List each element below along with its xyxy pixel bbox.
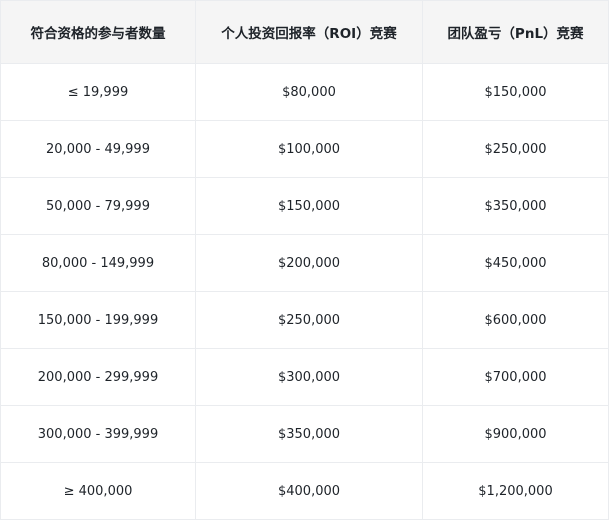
prize-pool-table: 符合资格的参与者数量 个人投资回报率（ROI）竞赛 团队盈亏（PnL）竞赛 ≤ …: [0, 0, 609, 520]
roi-prize-cell: $80,000: [195, 63, 423, 121]
participants-cell: ≥ 400,000: [0, 462, 196, 520]
participants-cell: 300,000 - 399,999: [0, 405, 196, 463]
participants-cell: 200,000 - 299,999: [0, 348, 196, 406]
pnl-prize-cell: $350,000: [422, 177, 609, 235]
pnl-prize-cell: $900,000: [422, 405, 609, 463]
table-body: ≤ 19,999 $80,000 $150,000 20,000 - 49,99…: [0, 63, 609, 520]
participants-cell: ≤ 19,999: [0, 63, 196, 121]
header-row: 符合资格的参与者数量 个人投资回报率（ROI）竞赛 团队盈亏（PnL）竞赛: [0, 0, 609, 64]
pnl-prize-cell: $250,000: [422, 120, 609, 178]
roi-prize-cell: $400,000: [195, 462, 423, 520]
pnl-prize-cell: $700,000: [422, 348, 609, 406]
table-row: 200,000 - 299,999 $300,000 $700,000: [0, 348, 609, 406]
table-row: ≤ 19,999 $80,000 $150,000: [0, 63, 609, 121]
table-row: 150,000 - 199,999 $250,000 $600,000: [0, 291, 609, 349]
participants-cell: 150,000 - 199,999: [0, 291, 196, 349]
table-header: 符合资格的参与者数量 个人投资回报率（ROI）竞赛 团队盈亏（PnL）竞赛: [0, 0, 609, 64]
roi-prize-cell: $350,000: [195, 405, 423, 463]
participants-cell: 50,000 - 79,999: [0, 177, 196, 235]
pnl-prize-cell: $600,000: [422, 291, 609, 349]
roi-prize-cell: $300,000: [195, 348, 423, 406]
roi-prize-cell: $150,000: [195, 177, 423, 235]
table-row: ≥ 400,000 $400,000 $1,200,000: [0, 462, 609, 520]
header-participants: 符合资格的参与者数量: [0, 0, 196, 64]
table-row: 20,000 - 49,999 $100,000 $250,000: [0, 120, 609, 178]
table-row: 300,000 - 399,999 $350,000 $900,000: [0, 405, 609, 463]
header-roi-competition: 个人投资回报率（ROI）竞赛: [195, 0, 423, 64]
roi-prize-cell: $100,000: [195, 120, 423, 178]
header-pnl-competition: 团队盈亏（PnL）竞赛: [422, 0, 609, 64]
participants-cell: 80,000 - 149,999: [0, 234, 196, 292]
pnl-prize-cell: $1,200,000: [422, 462, 609, 520]
table-row: 50,000 - 79,999 $150,000 $350,000: [0, 177, 609, 235]
roi-prize-cell: $250,000: [195, 291, 423, 349]
pnl-prize-cell: $450,000: [422, 234, 609, 292]
pnl-prize-cell: $150,000: [422, 63, 609, 121]
table-row: 80,000 - 149,999 $200,000 $450,000: [0, 234, 609, 292]
roi-prize-cell: $200,000: [195, 234, 423, 292]
participants-cell: 20,000 - 49,999: [0, 120, 196, 178]
